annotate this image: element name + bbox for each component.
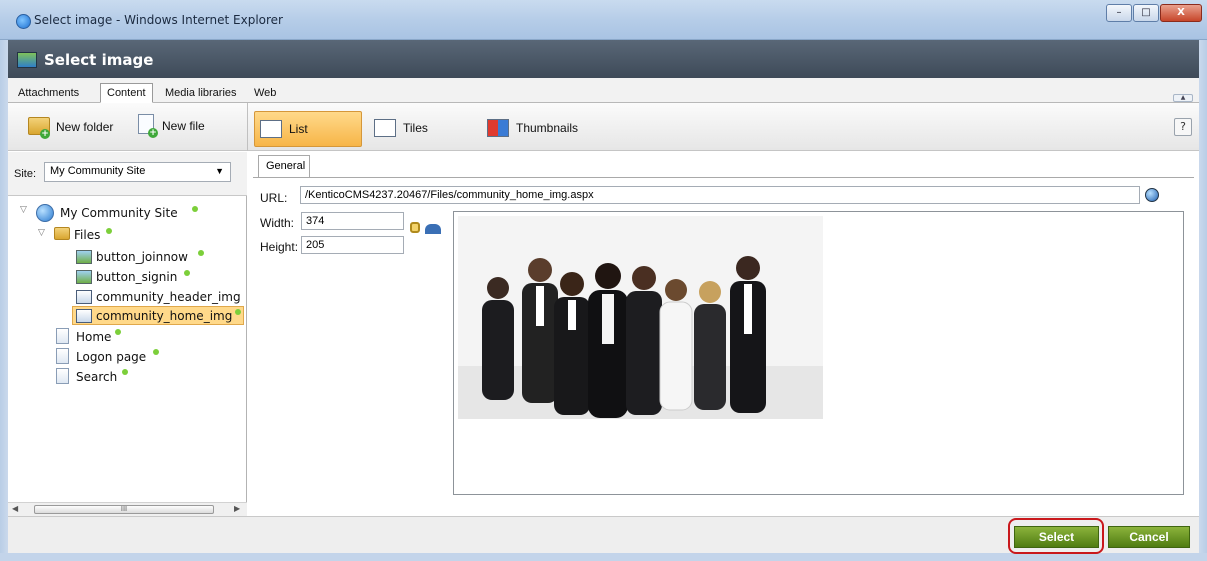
scroll-up-icon[interactable]: ▲ bbox=[1173, 94, 1193, 102]
scroll-thumb[interactable]: III bbox=[34, 505, 214, 514]
height-field[interactable]: 205 bbox=[301, 236, 404, 254]
tab-attachments[interactable]: Attachments bbox=[12, 84, 85, 104]
chevron-down-icon: ▼ bbox=[215, 166, 224, 176]
tree-item-file[interactable]: community_header_img bbox=[96, 290, 246, 304]
window-border-right bbox=[1199, 40, 1207, 561]
plus-icon: + bbox=[148, 128, 158, 138]
tree-item-file-selected[interactable]: community_home_img bbox=[96, 309, 232, 323]
horizontal-scrollbar[interactable]: ◀ III ▶ bbox=[8, 502, 247, 516]
close-button[interactable]: X bbox=[1160, 4, 1202, 22]
page-icon bbox=[56, 348, 69, 364]
expand-arrow-icon[interactable]: ▽ bbox=[38, 228, 45, 238]
tree-item-page[interactable]: Home bbox=[76, 330, 111, 344]
preview-photo bbox=[458, 216, 823, 419]
status-dot bbox=[235, 309, 241, 315]
new-folder-label: New folder bbox=[56, 120, 114, 134]
image-icon bbox=[17, 52, 37, 68]
image-file-icon bbox=[76, 270, 92, 284]
tree-item-page[interactable]: Search bbox=[76, 370, 117, 384]
page-icon bbox=[56, 328, 69, 344]
url-field[interactable]: /KenticoCMS4237.20467/Files/community_ho… bbox=[300, 186, 1140, 204]
tiles-icon bbox=[374, 119, 396, 137]
url-label: URL: bbox=[260, 191, 288, 205]
cancel-button[interactable]: Cancel bbox=[1108, 526, 1190, 548]
status-dot bbox=[192, 206, 198, 212]
page-icon bbox=[56, 368, 69, 384]
new-folder-button[interactable]: + New folder bbox=[16, 107, 126, 147]
scroll-left-icon[interactable]: ◀ bbox=[12, 504, 18, 513]
tree-item-file[interactable]: button_signin bbox=[96, 270, 177, 284]
image-preview bbox=[453, 211, 1184, 495]
window-titlebar: Select image - Windows Internet Explorer… bbox=[0, 0, 1207, 40]
status-dot bbox=[198, 250, 204, 256]
new-file-label: New file bbox=[162, 119, 205, 133]
ie-icon bbox=[16, 14, 31, 29]
tree-item-files[interactable]: Files bbox=[74, 228, 100, 242]
view-tiles-button[interactable]: Tiles bbox=[368, 111, 468, 147]
tab-web[interactable]: Web bbox=[248, 84, 282, 104]
tab-bar: Attachments Content Media libraries Web … bbox=[8, 78, 1199, 103]
height-label: Height: bbox=[260, 240, 299, 254]
highlight-ring bbox=[1008, 518, 1104, 554]
status-dot bbox=[115, 329, 121, 335]
dialog-title: Select image bbox=[44, 51, 154, 69]
width-field[interactable]: 374 bbox=[301, 212, 404, 230]
refresh-icon[interactable] bbox=[425, 224, 441, 234]
status-dot bbox=[122, 369, 128, 375]
minimize-button[interactable]: – bbox=[1106, 4, 1132, 22]
image-file-icon bbox=[76, 250, 92, 264]
list-icon bbox=[260, 120, 282, 138]
tab-media-libraries[interactable]: Media libraries bbox=[159, 84, 243, 104]
window-title: Select image - Windows Internet Explorer bbox=[34, 13, 283, 27]
status-dot bbox=[184, 270, 190, 276]
maximize-button[interactable]: □ bbox=[1133, 4, 1159, 22]
view-thumbnails-button[interactable]: Thumbnails bbox=[482, 111, 602, 147]
browse-icon[interactable] bbox=[1145, 188, 1159, 202]
lock-icon[interactable] bbox=[410, 222, 420, 233]
tree-item-page[interactable]: Logon page bbox=[76, 350, 146, 364]
toolbar-divider bbox=[247, 103, 248, 151]
view-list-button[interactable]: List bbox=[254, 111, 362, 147]
dialog-header: Select image bbox=[8, 40, 1199, 78]
globe-icon bbox=[36, 204, 54, 222]
window-border-left bbox=[0, 40, 8, 561]
tree-item-file[interactable]: button_joinnow bbox=[96, 250, 188, 264]
list-label: List bbox=[289, 122, 308, 136]
tree-item-root[interactable]: My Community Site bbox=[60, 206, 178, 220]
thumbnails-label: Thumbnails bbox=[516, 121, 579, 135]
site-select[interactable]: My Community Site ▼ bbox=[44, 162, 231, 182]
tab-general[interactable]: General bbox=[258, 155, 310, 177]
scroll-right-icon[interactable]: ▶ bbox=[234, 504, 240, 513]
new-file-button[interactable]: + New file bbox=[134, 107, 214, 147]
width-label: Width: bbox=[260, 216, 295, 230]
site-label: Site: bbox=[14, 168, 37, 180]
folder-icon bbox=[54, 227, 70, 240]
help-button[interactable]: ? bbox=[1174, 118, 1192, 136]
image-file-icon bbox=[76, 290, 92, 304]
plus-icon: + bbox=[40, 129, 50, 139]
status-dot bbox=[106, 228, 112, 234]
window-border-bottom bbox=[0, 553, 1207, 561]
tiles-label: Tiles bbox=[403, 121, 428, 135]
status-dot bbox=[153, 349, 159, 355]
site-select-value: My Community Site bbox=[50, 165, 146, 177]
image-file-icon bbox=[76, 309, 92, 323]
thumbnails-icon bbox=[487, 119, 509, 137]
expand-arrow-icon[interactable]: ▽ bbox=[20, 205, 27, 215]
tab-content[interactable]: Content bbox=[100, 83, 153, 103]
